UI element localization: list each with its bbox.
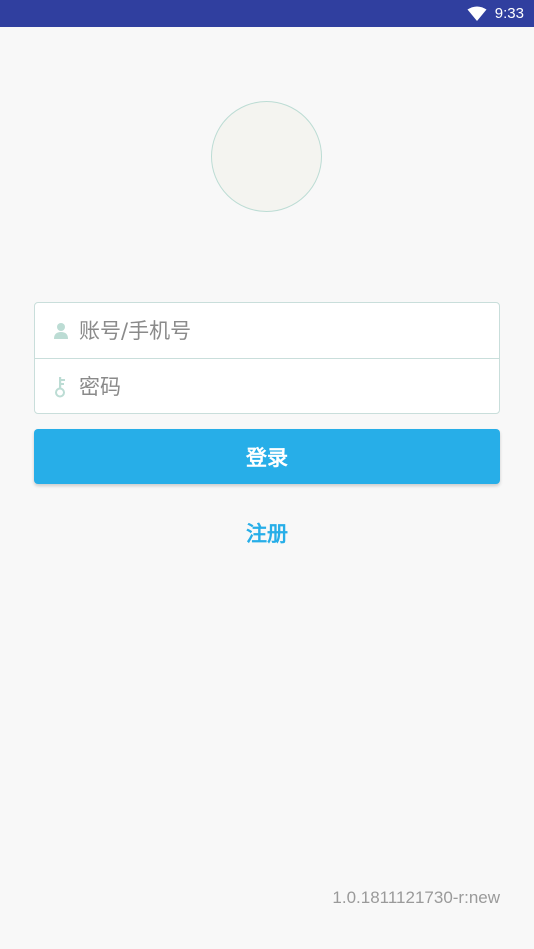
status-bar: 9:33 <box>0 0 534 27</box>
login-form <box>34 302 500 414</box>
register-link[interactable]: 注册 <box>217 515 317 551</box>
wifi-icon <box>467 6 487 21</box>
login-button[interactable]: 登录 <box>34 429 500 484</box>
user-icon <box>53 320 69 342</box>
avatar <box>211 101 322 212</box>
status-time: 9:33 <box>494 5 524 22</box>
password-input[interactable] <box>79 374 459 399</box>
key-icon <box>53 376 69 398</box>
account-input[interactable] <box>79 318 459 343</box>
account-field[interactable] <box>35 303 499 358</box>
version-label: 1.0.1811121730-r:new <box>332 888 500 907</box>
password-field[interactable] <box>35 359 499 414</box>
